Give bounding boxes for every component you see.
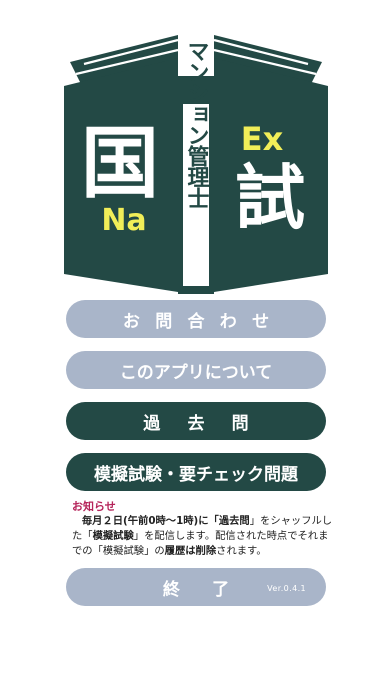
logo-right-top: Ex bbox=[241, 120, 284, 158]
app-logo: 国 Na Ex 試 マンション管理士 bbox=[64, 28, 328, 294]
mock-exam-button[interactable]: 模擬試験・要チェック問題 bbox=[66, 453, 326, 491]
version-label: Ver.0.4.1 bbox=[267, 584, 306, 593]
contact-button[interactable]: お問合わせ bbox=[66, 300, 326, 338]
contact-button-label: お問合わせ bbox=[122, 311, 285, 332]
logo-left-sub: Na bbox=[101, 203, 146, 238]
exit-button[interactable]: 終了 Ver.0.4.1 bbox=[66, 568, 326, 606]
past-exams-button[interactable]: 過去問 bbox=[66, 402, 326, 440]
logo-left-kanji: 国 bbox=[81, 119, 159, 209]
about-app-button-label: このアプリについて bbox=[119, 362, 273, 383]
mock-exam-button-label: 模擬試験・要チェック問題 bbox=[94, 464, 298, 485]
exit-button-label: 終了 bbox=[162, 579, 262, 600]
notice-highlight-history: 履歴は削除 bbox=[164, 545, 217, 558]
logo-spine-text: マンション管理士 bbox=[184, 40, 210, 208]
notice-highlight-past: 過去問 bbox=[218, 515, 250, 527]
notice-text-4: されます。 bbox=[216, 545, 267, 558]
logo-right-kanji: 試 bbox=[235, 157, 305, 239]
about-app-button[interactable]: このアプリについて bbox=[66, 351, 326, 389]
notice-highlight-mock: 模擬試験 bbox=[92, 530, 134, 543]
notice-body: 毎月２日(午前0時〜1時)に「過去問」をシャッフルした「模擬試験」を配信します。… bbox=[72, 514, 334, 560]
past-exams-button-label: 過去問 bbox=[143, 413, 276, 434]
notice-title: お知らせ bbox=[72, 500, 116, 513]
notice-text-1: 毎月２日(午前0時〜1時)に「 bbox=[81, 515, 219, 527]
